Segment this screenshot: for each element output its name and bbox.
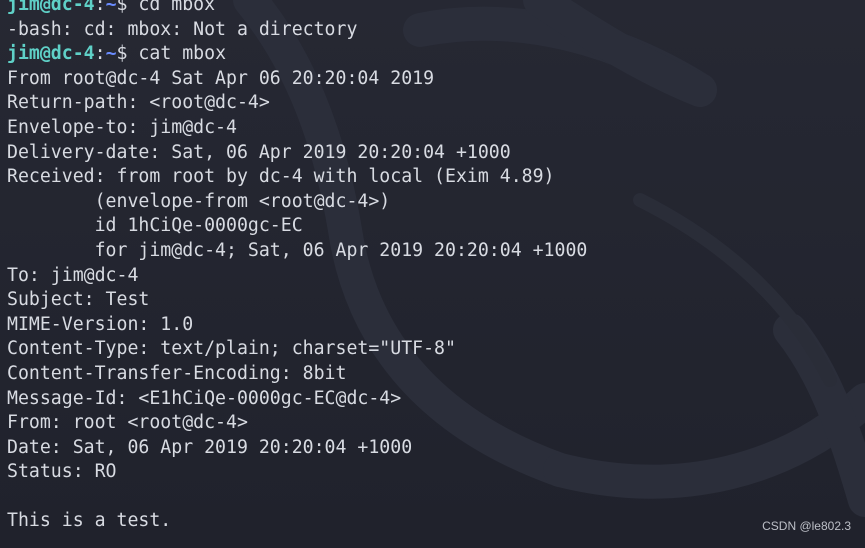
output-line: MIME-Version: 1.0 [7, 313, 194, 335]
prompt-sign: $ [116, 43, 139, 65]
output-line: Content-Type: text/plain; charset="UTF-8… [7, 338, 456, 360]
prompt-path: ~ [105, 0, 117, 15]
output-line: for jim@dc-4; Sat, 06 Apr 2019 20:20:04 … [7, 239, 588, 261]
csdn-watermark: CSDN @le802.3 [762, 519, 851, 534]
output-line: To: jim@dc-4 [7, 264, 139, 286]
prompt-separator: : [94, 0, 106, 15]
output-line: -bash: cd: mbox: Not a directory [7, 18, 358, 40]
output-line: From root@dc-4 Sat Apr 06 20:20:04 2019 [7, 67, 435, 89]
prompt-line: jim@dc-4:~$ cat mbox [7, 42, 587, 67]
output-line: (envelope-from <root@dc-4>) [7, 190, 391, 212]
output-line: Delivery-date: Sat, 06 Apr 2019 20:20:04… [7, 141, 511, 163]
prompt-separator: : [94, 43, 106, 65]
output-line: Return-path: <root@dc-4> [7, 92, 270, 114]
terminal-window[interactable]: jim@dc-4:~$ cd mbox -bash: cd: mbox: Not … [0, 0, 865, 548]
prompt-sign: $ [116, 0, 139, 15]
output-line: Subject: Test [7, 289, 150, 311]
output-line: Received: from root by dc-4 with local (… [7, 166, 555, 188]
output-line: id 1hCiQe-0000gc-EC [7, 215, 303, 237]
output-line: This is a test. [7, 510, 172, 532]
output-line: Message-Id: <E1hCiQe-0000gc-EC@dc-4> [7, 387, 402, 409]
output-line: Content-Transfer-Encoding: 8bit [7, 362, 347, 384]
prompt-line: jim@dc-4:~$ cd mbox [7, 0, 587, 18]
prompt-path: ~ [105, 43, 117, 65]
prompt-user-host: jim@dc-4 [7, 43, 95, 65]
prompt-user-host: jim@dc-4 [7, 0, 95, 15]
output-line: Status: RO [7, 461, 117, 483]
output-line: Envelope-to: jim@dc-4 [7, 116, 237, 138]
output-line: From: root <root@dc-4> [7, 412, 248, 434]
command-text: cd mbox [138, 0, 216, 15]
output-line: Date: Sat, 06 Apr 2019 20:20:04 +1000 [7, 436, 413, 458]
command-text: cat mbox [138, 43, 227, 65]
terminal-output: jim@dc-4:~$ cd mbox -bash: cd: mbox: Not … [7, 0, 587, 534]
